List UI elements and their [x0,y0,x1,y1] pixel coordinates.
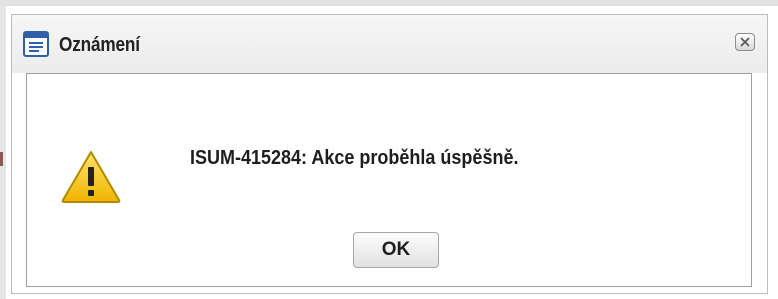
backdrop-mark [0,152,3,166]
ok-button[interactable]: OK [353,232,439,268]
close-button[interactable] [735,33,755,51]
dialog-message: ISUM-415284: Akce proběhla úspěšně. [190,147,519,169]
dialog-content: ISUM-415284: Akce proběhla úspěšně. OK [26,73,752,287]
warning-icon [60,149,122,205]
dialog-title: Oznámení [59,34,140,56]
dialog-titlebar[interactable]: Oznámení [12,15,767,73]
backdrop-top-bar [0,0,778,6]
close-icon [740,37,750,47]
notification-window-icon [23,31,49,57]
notification-dialog: Oznámení ISUM-415284: Akce proběhla úspě… [11,14,768,294]
